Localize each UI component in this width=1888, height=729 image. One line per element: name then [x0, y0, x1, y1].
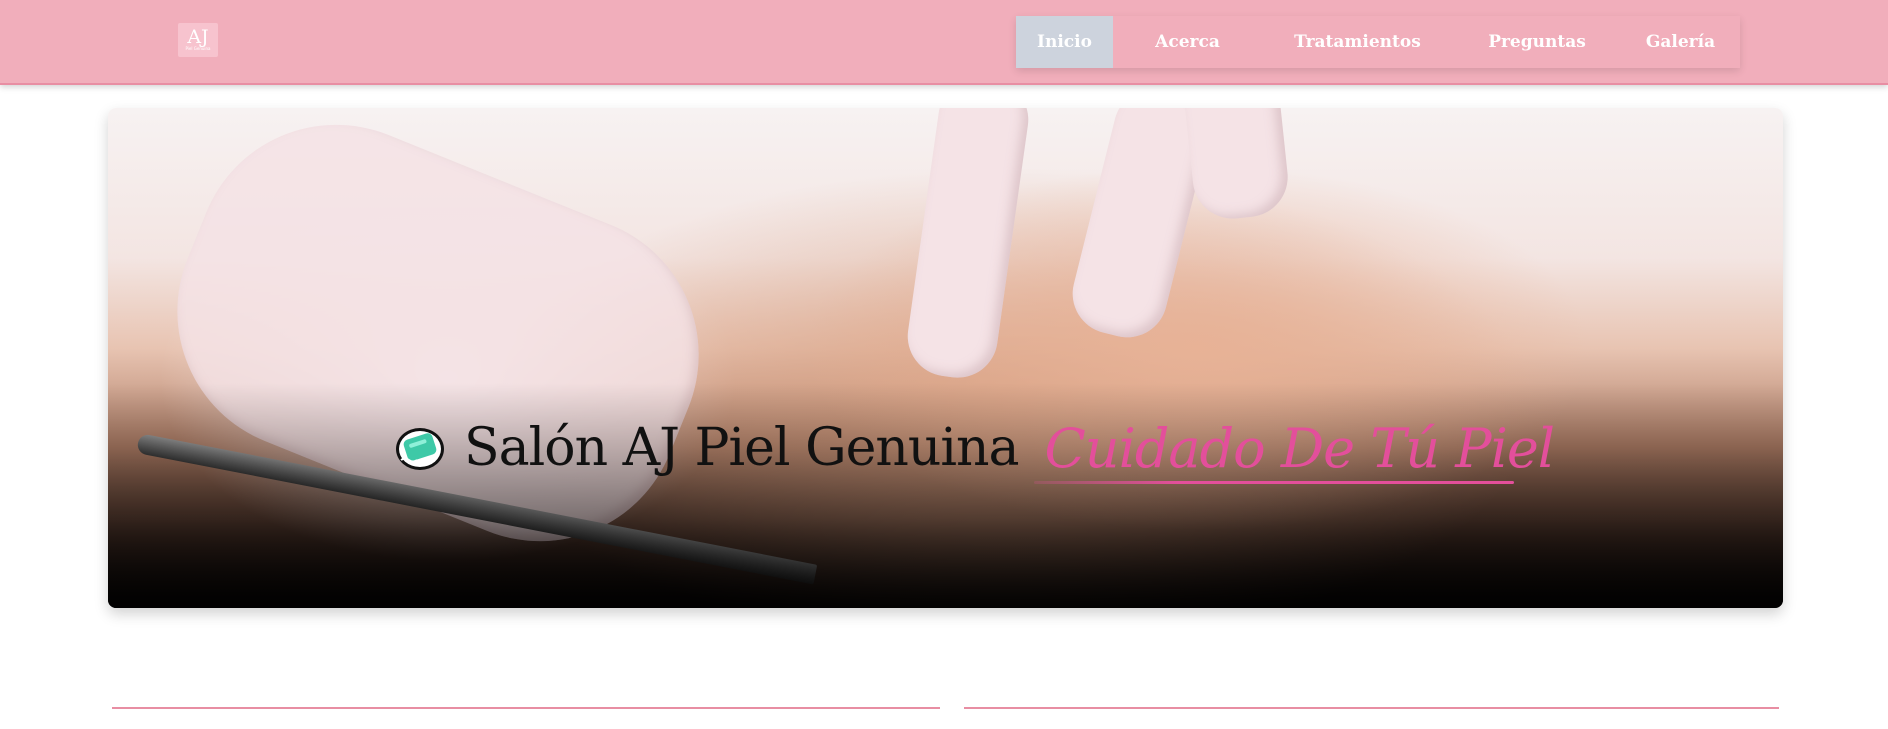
nav-item-inicio[interactable]: Inicio: [1016, 16, 1113, 68]
content-card-right: [964, 707, 1779, 729]
hero-fade-overlay: [108, 108, 1783, 608]
logo[interactable]: AJ Piel Genuina: [178, 23, 218, 57]
nav-item-preguntas[interactable]: Preguntas: [1453, 16, 1621, 68]
logo-subtitle: Piel Genuina: [185, 46, 211, 51]
hero-title-accent: Cuidado De Tú Piel: [1034, 416, 1555, 484]
nav-item-tratamientos[interactable]: Tratamientos: [1262, 16, 1453, 68]
hero-title: Salón AJ Piel Genuina Cuidado De Tú Piel: [394, 408, 1555, 488]
hero-title-main: Salón AJ Piel Genuina: [464, 418, 1019, 478]
logo-mark: AJ: [187, 26, 209, 48]
nav-item-acerca[interactable]: Acerca: [1113, 16, 1262, 68]
sparkle-card-icon: [396, 428, 444, 470]
top-navbar: AJ Piel Genuina Inicio Acerca Tratamient…: [0, 0, 1888, 85]
hero-accent-text: Cuidado De Tú Piel: [1044, 416, 1555, 480]
content-card-left: [112, 707, 940, 729]
accent-underline: [1034, 480, 1515, 484]
hero-banner: Salón AJ Piel Genuina Cuidado De Tú Piel: [108, 108, 1783, 608]
nav-item-galeria[interactable]: Galería: [1621, 16, 1740, 68]
nav-menu: Inicio Acerca Tratamientos Preguntas Gal…: [1016, 16, 1740, 68]
